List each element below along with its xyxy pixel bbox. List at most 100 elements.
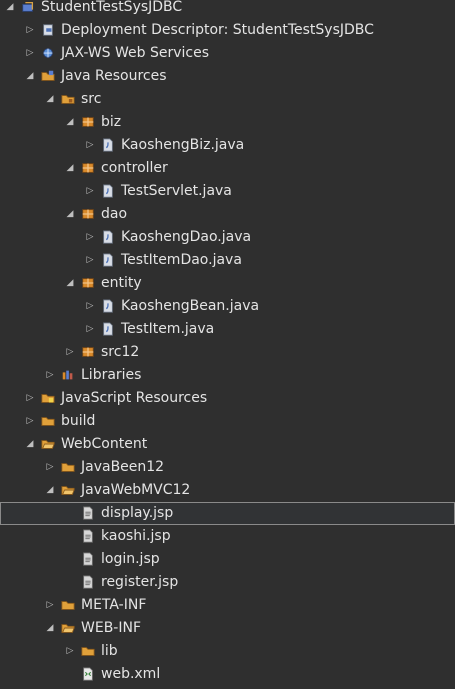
project-icon [20,0,36,19]
package-icon [80,203,96,226]
folder-icon [40,410,56,433]
collapsed-arrow-icon[interactable]: ▷ [64,640,76,663]
tree-item[interactable]: kaoshi.jsp [0,525,455,548]
tree-item[interactable]: ▷ JAX-WS Web Services [0,42,455,65]
java-file-icon [100,226,116,249]
tree-item-label: Deployment Descriptor: StudentTestSysJDB… [61,22,374,38]
collapsed-arrow-icon[interactable]: ▷ [24,387,36,410]
tree-item[interactable]: ◢ entity [0,272,455,295]
expanded-arrow-icon[interactable]: ◢ [64,157,76,180]
tree-item[interactable]: ◢ WebContent [0,433,455,456]
tree-item[interactable]: web.xml [0,663,455,686]
javascript-resources-icon [40,387,56,410]
tree-item-label: src [81,91,102,107]
tree-item-label: build [61,413,96,429]
deployment-descriptor-icon [40,19,56,42]
project-explorer-tree: ◢ StudentTestSysJDBC ▷ Deployment Descripto… [0,0,455,689]
expanded-arrow-icon[interactable]: ◢ [64,272,76,295]
source-folder-icon [60,88,76,111]
tree-item[interactable]: ◢ src [0,88,455,111]
tree-item[interactable]: ◢ Java Resources [0,65,455,88]
tree-item[interactable]: ▷ src12 [0,341,455,364]
collapsed-arrow-icon[interactable]: ▷ [64,341,76,364]
java-file-icon [100,295,116,318]
collapsed-arrow-icon[interactable]: ▷ [84,318,96,341]
collapsed-arrow-icon[interactable]: ▷ [84,226,96,249]
tree-item-label: register.jsp [101,574,179,590]
java-file-icon [100,134,116,157]
tree-item-label: TestItem.java [121,321,215,337]
tree-item[interactable]: ▷ TestItem.java [0,318,455,341]
tree-item[interactable]: register.jsp [0,571,455,594]
collapsed-arrow-icon[interactable]: ▷ [44,456,56,479]
package-icon [80,341,96,364]
tree-item[interactable]: ▷ lib [0,640,455,663]
tree-item-label: JavaWebMVC12 [81,482,191,498]
tree-item-label: META-INF [81,597,147,613]
tree-item[interactable]: ▷ build [0,410,455,433]
jsp-file-icon [80,525,96,548]
folder-icon [80,640,96,663]
tree-item[interactable]: ▷ Deployment Descriptor: StudentTestSysJD… [0,19,455,42]
tree-item[interactable]: ◢ dao [0,203,455,226]
tree-item[interactable]: ▷ JavaScript Resources [0,387,455,410]
tree-item-label: display.jsp [101,505,174,521]
expanded-arrow-icon[interactable]: ◢ [24,65,36,88]
tree-item-label: WEB-INF [81,620,141,636]
collapsed-arrow-icon[interactable]: ▷ [84,249,96,272]
java-file-icon [100,318,116,341]
expanded-arrow-icon[interactable]: ◢ [44,617,56,640]
tree-item[interactable]: ▷ KaoshengBiz.java [0,134,455,157]
expanded-arrow-icon[interactable]: ◢ [24,433,36,456]
tree-item[interactable]: ◢ controller [0,157,455,180]
package-icon [80,272,96,295]
tree-item-label: lib [101,643,118,659]
collapsed-arrow-icon[interactable]: ▷ [84,295,96,318]
tree-item[interactable]: ▷ KaoshengBean.java [0,295,455,318]
folder-open-icon [60,479,76,502]
tree-item-label: TestServlet.java [121,183,232,199]
tree-item[interactable]: ▷ JavaBeen12 [0,456,455,479]
jsp-file-icon [80,571,96,594]
tree-item[interactable]: ◢ StudentTestSysJDBC [0,0,455,19]
collapsed-arrow-icon[interactable]: ▷ [44,364,56,387]
tree-item[interactable]: ▷ TestItemDao.java [0,249,455,272]
tree-item[interactable]: ▷ META-INF [0,594,455,617]
tree-item-label: dao [101,206,128,222]
tree-item-label: entity [101,275,142,291]
expanded-arrow-icon[interactable]: ◢ [44,88,56,111]
tree-item-label: Java Resources [61,68,167,84]
tree-item-label: JAX-WS Web Services [61,45,210,61]
collapsed-arrow-icon[interactable]: ▷ [24,42,36,65]
collapsed-arrow-icon[interactable]: ▷ [84,180,96,203]
jsp-file-icon [80,548,96,571]
tree-item-label: JavaScript Resources [61,390,208,406]
tree-item[interactable]: display.jsp [0,502,455,525]
tree-item-label: Libraries [81,367,142,383]
expanded-arrow-icon[interactable]: ◢ [4,0,16,19]
collapsed-arrow-icon[interactable]: ▷ [24,410,36,433]
tree-item[interactable]: login.jsp [0,548,455,571]
collapsed-arrow-icon[interactable]: ▷ [24,19,36,42]
tree-item[interactable]: ◢ JavaWebMVC12 [0,479,455,502]
tree-item-label: TestItemDao.java [121,252,242,268]
collapsed-arrow-icon[interactable]: ▷ [84,134,96,157]
tree-item[interactable]: ▷ TestServlet.java [0,180,455,203]
tree-item-label: controller [101,160,168,176]
java-resources-icon [40,65,56,88]
collapsed-arrow-icon[interactable]: ▷ [44,594,56,617]
expanded-arrow-icon[interactable]: ◢ [64,203,76,226]
expanded-arrow-icon[interactable]: ◢ [64,111,76,134]
tree-item[interactable]: ▷ KaoshengDao.java [0,226,455,249]
xml-file-icon [80,663,96,686]
tree-item[interactable]: ◢ WEB-INF [0,617,455,640]
libraries-icon [60,364,76,387]
java-file-icon [100,249,116,272]
tree-item[interactable]: ▷ Libraries [0,364,455,387]
tree-item-label: JavaBeen12 [81,459,165,475]
tree-item-label: KaoshengBiz.java [121,137,245,153]
tree-item-label: KaoshengDao.java [121,229,252,245]
tree-item[interactable]: ◢ biz [0,111,455,134]
expanded-arrow-icon[interactable]: ◢ [44,479,56,502]
jsp-file-icon [80,502,96,525]
